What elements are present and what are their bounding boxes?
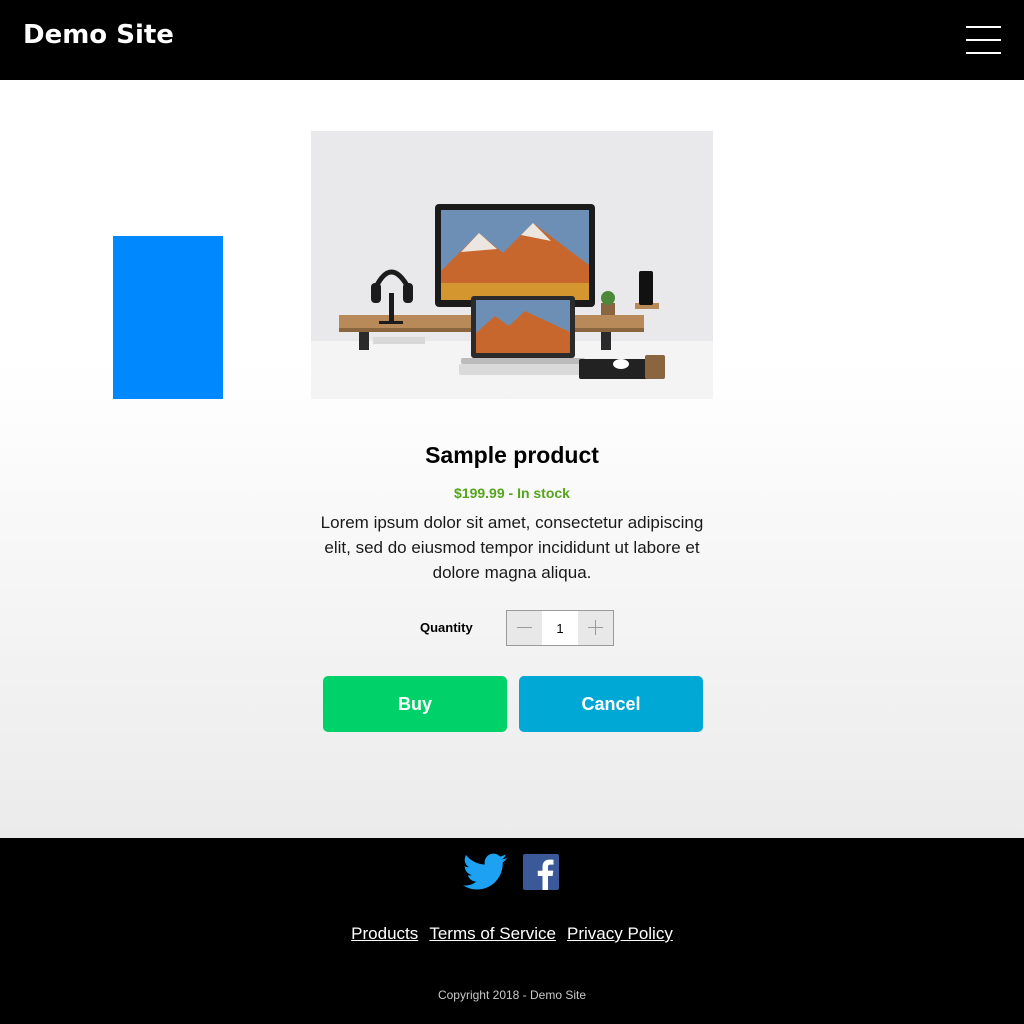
product-price-status: $199.99 - In stock	[454, 485, 570, 501]
desk-setup-illustration	[311, 131, 713, 399]
site-footer: Products Terms of Service Privacy Policy…	[0, 838, 1024, 1024]
product-image	[311, 131, 713, 399]
product-description: Lorem ipsum dolor sit amet, consectetur …	[320, 513, 704, 582]
facebook-icon[interactable]	[523, 854, 559, 890]
site-header: Demo Site	[0, 0, 1024, 80]
quantity-input[interactable]	[542, 611, 578, 645]
cancel-button[interactable]: Cancel	[519, 676, 703, 732]
main-content: Sample product $199.99 - In stock Lorem …	[0, 80, 1024, 838]
plus-icon[interactable]	[578, 611, 613, 645]
footer-link-terms[interactable]: Terms of Service	[429, 924, 556, 943]
quantity-stepper	[506, 610, 614, 646]
footer-link-products[interactable]: Products	[351, 924, 418, 943]
twitter-icon[interactable]	[463, 853, 508, 893]
buy-button[interactable]: Buy	[323, 676, 507, 732]
site-title[interactable]: Demo Site	[23, 20, 174, 50]
copyright-text: Copyright 2018 - Demo Site	[437, 988, 587, 1002]
footer-links: Products Terms of Service Privacy Policy	[0, 924, 1024, 944]
footer-link-privacy[interactable]: Privacy Policy	[567, 924, 673, 943]
minus-icon[interactable]	[507, 611, 542, 645]
blue-placeholder-box	[113, 236, 223, 399]
quantity-label: Quantity	[420, 620, 473, 635]
product-title: Sample product	[425, 442, 599, 468]
hamburger-menu-icon[interactable]	[964, 24, 1002, 56]
